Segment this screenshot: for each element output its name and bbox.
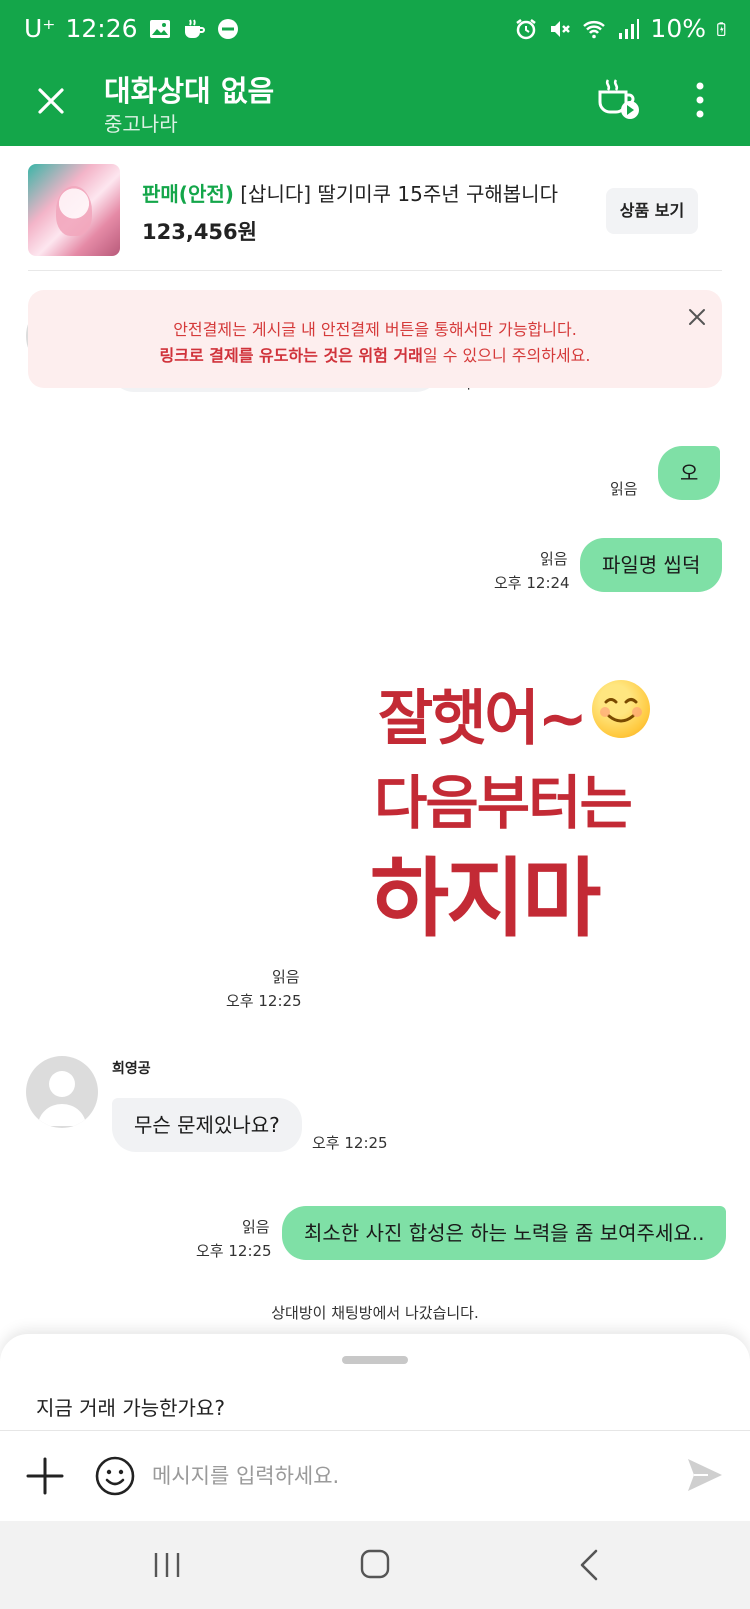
warning-line-1: 안전결제는 게시글 내 안전결제 버튼을 통해서만 가능합니다. (173, 320, 577, 339)
read-receipt: 읽음 (610, 480, 638, 498)
warning-emphasis: 링크로 결제를 유도하는 것은 위험 거래 (159, 346, 423, 365)
product-thumbnail[interactable] (28, 164, 120, 256)
avatar[interactable] (26, 1056, 98, 1128)
message-time: 오후 12:25 (196, 1242, 272, 1260)
mute-icon (551, 20, 571, 37)
status-bar: U⁺ 12:26 10% (0, 0, 750, 60)
message-time: 오후 12:24 (494, 574, 570, 592)
chat-subtitle: 중고나라 (104, 112, 178, 136)
outgoing-message[interactable]: 오 (658, 446, 721, 500)
product-price: 123,456원 (142, 220, 257, 244)
warning-rest: 일 수 있으니 주의하세요. (422, 346, 591, 365)
outgoing-message[interactable]: 파일명 씹덕 (580, 538, 723, 592)
alarm-icon (516, 18, 537, 39)
chat-title: 대화상대 없음 (104, 74, 275, 108)
sender-name: 희영공 (112, 1061, 151, 1077)
product-title-line: 판매(안전) [삽니다] 딸기미쿠 15주년 구해봅니다 (142, 178, 558, 207)
message-time: 오후 12:25 (226, 992, 302, 1010)
back-icon[interactable] (578, 1549, 600, 1581)
quick-reply-suggestion[interactable]: 지금 거래 가능한가요? (36, 1392, 225, 1421)
carrier-label: U⁺ (24, 14, 56, 43)
cup-play-icon[interactable] (594, 74, 642, 122)
sticker-image[interactable]: 잘햇어~ 다음부터는 하지마 (366, 668, 666, 968)
smiling-face-icon (592, 680, 650, 738)
read-receipt: 읽음 (272, 968, 300, 986)
wifi-icon (583, 20, 606, 38)
sticker-line-3: 하지마 (370, 849, 601, 949)
emoji-icon[interactable] (94, 1455, 136, 1497)
app-bar: 대화상대 없음 중고나라 (0, 60, 750, 146)
battery-percent: 10% (650, 14, 706, 43)
system-message: 상대방이 채팅방에서 나갔습니다. (271, 1304, 479, 1322)
message-time: 오후 12:25 (312, 1134, 388, 1152)
signal-icon (619, 18, 640, 39)
read-receipt: 읽음 (540, 550, 568, 568)
message-input-bar (0, 1431, 750, 1521)
incoming-message[interactable]: 무슨 문제있나요? (112, 1098, 302, 1152)
product-status: 판매(안전) (142, 182, 234, 206)
message-input[interactable] (152, 1449, 652, 1503)
warning-line-2: 링크로 결제를 유도하는 것은 위험 거래일 수 있으니 주의하세요. (28, 342, 722, 366)
system-navigation-bar (0, 1521, 750, 1609)
safe-payment-warning: 안전결제는 게시글 내 안전결제 버튼을 통해서만 가능합니다. 링크로 결제를… (28, 290, 722, 388)
cup-notification-icon (184, 19, 205, 38)
quick-reply-sheet: 지금 거래 가능한가요? (0, 1334, 750, 1430)
more-options-icon[interactable] (680, 78, 720, 122)
outgoing-message[interactable]: 최소한 사진 합성은 하는 노력을 좀 보여주세요.. (282, 1206, 727, 1260)
view-product-button[interactable]: 상품 보기 (606, 188, 698, 234)
status-left: U⁺ 12:26 (24, 14, 240, 43)
product-card[interactable]: 판매(안전) [삽니다] 딸기미쿠 15주년 구해봅니다 123,456원 상품… (0, 146, 750, 272)
sticker-line-1: 잘햇어~ (378, 684, 588, 754)
sheet-drag-handle[interactable] (342, 1356, 408, 1364)
read-receipt: 읽음 (242, 1218, 270, 1236)
clock: 12:26 (65, 14, 138, 43)
close-icon[interactable] (684, 304, 710, 330)
plus-icon[interactable] (24, 1455, 66, 1497)
status-right: 10% (514, 14, 730, 43)
battery-charging-icon (717, 21, 726, 36)
close-icon[interactable] (28, 78, 74, 124)
recent-apps-icon[interactable] (152, 1551, 182, 1579)
product-title: [삽니다] 딸기미쿠 15주년 구해봅니다 (240, 182, 558, 206)
gallery-icon (149, 19, 170, 38)
home-icon[interactable] (360, 1549, 390, 1579)
divider (28, 270, 722, 271)
do-not-disturb-icon (217, 18, 238, 39)
send-icon[interactable] (684, 1455, 724, 1495)
